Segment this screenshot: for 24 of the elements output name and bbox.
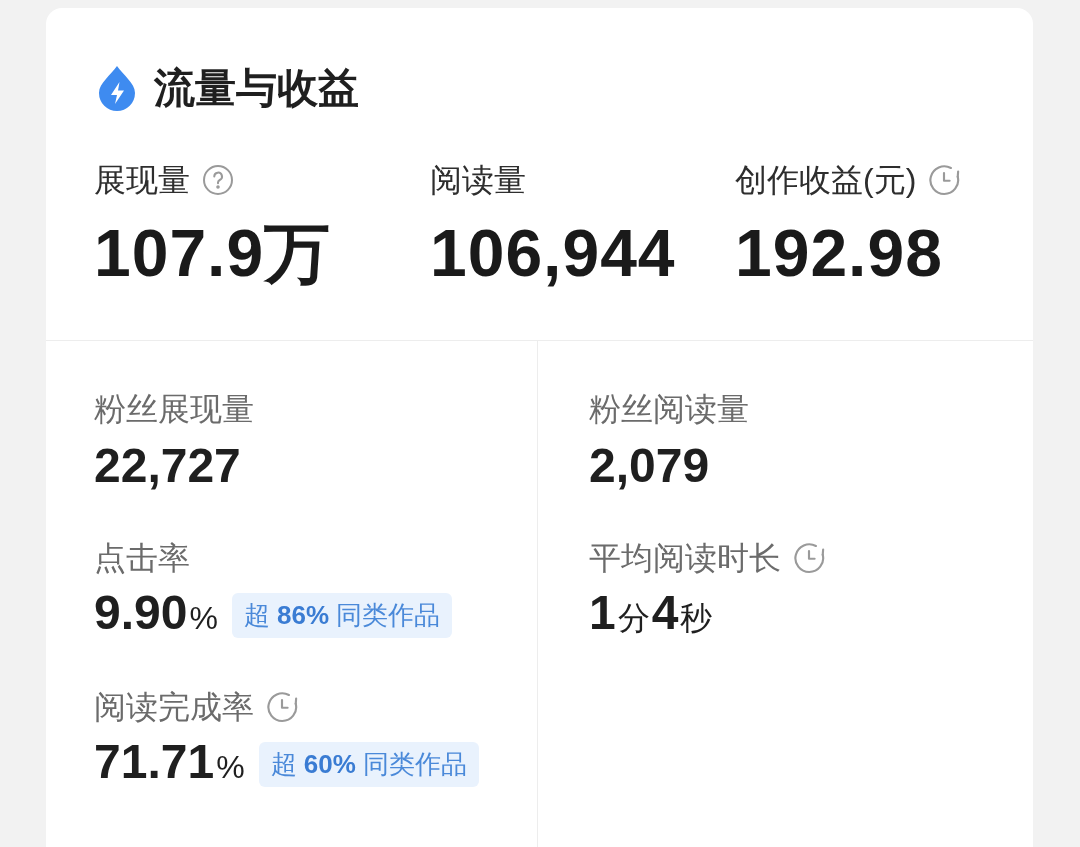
metric-value: 9.90%: [94, 584, 219, 641]
metric-value: 2,079: [589, 438, 710, 494]
metric-value: 192.98: [735, 218, 943, 288]
section-title: 流量与收益: [154, 64, 359, 112]
metric-label: 粉丝展现量: [94, 390, 254, 429]
metric-label: 创作收益(元): [735, 161, 917, 200]
comparison-tag: 超 86% 同类作品: [231, 592, 453, 638]
metric-label: 展现量: [94, 161, 190, 200]
comparison-tag: 超 60% 同类作品: [258, 741, 480, 787]
metric-value: 22,727: [94, 438, 241, 494]
metric-value: 106,944: [430, 218, 676, 288]
drop-lightning-icon: [96, 65, 138, 111]
metric-value: 71.71%: [94, 733, 246, 790]
help-icon[interactable]: [202, 164, 234, 196]
metric-label: 阅读完成率: [94, 688, 254, 727]
metric-value: 1分4秒: [589, 584, 714, 641]
metric-label: 平均阅读时长: [589, 539, 781, 578]
clock-icon: [793, 542, 825, 574]
metric-label: 粉丝阅读量: [589, 390, 749, 429]
metric-label: 点击率: [94, 539, 190, 578]
metric-value: 107.9万: [94, 218, 332, 288]
metric-label: 阅读量: [430, 161, 526, 200]
clock-icon: [928, 164, 961, 196]
clock-icon: [266, 691, 298, 723]
